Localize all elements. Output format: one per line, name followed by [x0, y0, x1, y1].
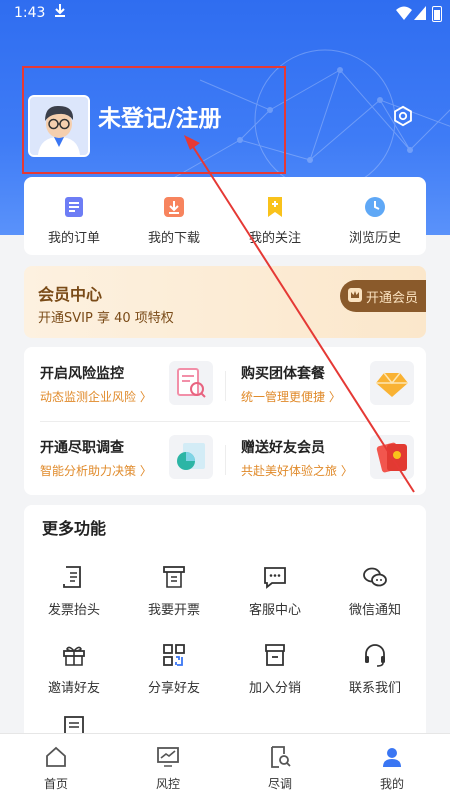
tab-risk-control[interactable]: 风控	[112, 734, 224, 800]
qrcode-icon	[163, 644, 185, 666]
feature-label: 邀请好友	[47, 681, 100, 696]
store-icon	[265, 644, 285, 666]
promo-title: 开启风险监控	[40, 366, 124, 382]
feature-label: 分享好友	[147, 681, 200, 696]
vip-title: 会员中心	[38, 285, 103, 304]
quick-item-follows[interactable]: 我的关注	[225, 177, 325, 255]
wechat-icon	[363, 567, 387, 587]
bookmark-icon	[268, 197, 282, 217]
open-vip-button[interactable]: 开通会员	[340, 280, 426, 312]
download-notification-icon	[55, 4, 65, 17]
quick-item-history[interactable]: 浏览历史	[325, 177, 425, 255]
chart-monitor-icon	[157, 747, 179, 767]
promo-title: 购买团体套餐	[241, 366, 325, 382]
feature-wechat-notify[interactable]: 微信通知	[325, 564, 425, 624]
annotation-highlight-box	[22, 66, 286, 174]
feature-invoice-header[interactable]: 发票抬头	[24, 564, 124, 624]
status-bar: 1:43	[0, 0, 450, 28]
tab-home[interactable]: 首页	[0, 734, 112, 800]
quick-links-card: 我的订单 我的下载 我的关注 浏览历史	[24, 177, 426, 255]
signal-icon	[414, 6, 426, 20]
risk-monitor-illustration	[169, 361, 213, 405]
group-package-illustration	[370, 361, 414, 405]
home-icon	[46, 746, 66, 767]
feature-customer-service[interactable]: 客服中心	[225, 564, 325, 624]
feature-share-friends[interactable]: 分享好友	[124, 642, 224, 702]
more-features-card: 更多功能 发票抬头 我要开票 客服中心 微信通知 邀请好友 分享好友 加入分销 …	[24, 505, 426, 745]
user-icon	[383, 748, 401, 767]
wifi-icon	[396, 6, 412, 20]
feature-label: 联系我们	[348, 681, 401, 696]
more-features-title: 更多功能	[42, 519, 107, 538]
status-time: 1:43	[14, 5, 46, 21]
feature-label: 我要开票	[147, 603, 200, 618]
tab-mine[interactable]: 我的	[336, 734, 448, 800]
promo-subtitle: 统一管理更便捷 〉	[241, 390, 341, 404]
quick-item-label: 我的下载	[147, 231, 200, 246]
feature-label: 微信通知	[348, 603, 401, 618]
promo-subtitle: 智能分析助力决策 〉	[40, 464, 152, 478]
download-icon	[164, 197, 184, 217]
red-envelope-illustration	[370, 435, 414, 479]
promo-title: 赠送好友会员	[241, 440, 325, 456]
feature-contact-us[interactable]: 联系我们	[325, 642, 425, 702]
feature-issue-invoice[interactable]: 我要开票	[124, 564, 224, 624]
feature-label: 加入分销	[248, 681, 301, 696]
quick-item-label: 我的订单	[47, 231, 100, 246]
settings-icon[interactable]	[392, 105, 414, 127]
promo-title: 开通尽职调查	[40, 440, 124, 456]
tab-label: 我的	[379, 777, 404, 791]
divider	[225, 371, 226, 401]
promo-card: 开启风险监控 动态监测企业风险 〉 购买团体套餐 统一管理更便捷 〉 开通尽职调…	[24, 347, 426, 495]
vip-center-card[interactable]: 会员中心 开通SVIP 享 40 项特权 开通会员	[24, 266, 426, 338]
feature-join-distribution[interactable]: 加入分销	[225, 642, 325, 702]
chat-icon	[264, 567, 286, 589]
quick-item-label: 浏览历史	[348, 231, 401, 246]
promo-due-diligence[interactable]: 开通尽职调查 智能分析助力决策 〉	[24, 421, 225, 495]
promo-group-package[interactable]: 购买团体套餐 统一管理更便捷 〉	[225, 347, 426, 421]
tab-label: 首页	[43, 777, 68, 791]
promo-risk-monitor[interactable]: 开启风险监控 动态监测企业风险 〉	[24, 347, 225, 421]
order-icon	[65, 197, 83, 217]
clock-icon	[365, 197, 385, 217]
doc-search-icon	[271, 746, 291, 768]
tab-label: 风控	[155, 777, 180, 791]
tab-label: 尽调	[267, 777, 292, 791]
quick-item-label: 我的关注	[248, 231, 301, 246]
vip-subtitle: 开通SVIP 享 40 项特权	[38, 311, 174, 326]
feature-label: 发票抬头	[47, 603, 100, 618]
due-diligence-illustration	[169, 435, 213, 479]
crown-icon	[348, 288, 362, 302]
feature-label: 客服中心	[248, 603, 301, 618]
gift-icon	[63, 646, 85, 666]
promo-subtitle: 动态监测企业风险 〉	[40, 390, 152, 404]
quick-item-orders[interactable]: 我的订单	[24, 177, 124, 255]
headset-icon	[365, 644, 385, 667]
tab-due-diligence[interactable]: 尽调	[224, 734, 336, 800]
promo-gift-membership[interactable]: 赠送好友会员 共赴美好体验之旅 〉	[225, 421, 426, 495]
promo-subtitle: 共赴美好体验之旅 〉	[241, 464, 353, 478]
invoice-icon	[163, 566, 185, 588]
battery-icon	[432, 6, 442, 22]
bottom-tab-bar: 首页 风控 尽调 我的	[0, 733, 450, 800]
quick-item-downloads[interactable]: 我的下载	[124, 177, 224, 255]
feature-invite-friends[interactable]: 邀请好友	[24, 642, 124, 702]
invoice-header-icon	[63, 566, 81, 588]
open-vip-label: 开通会员	[366, 291, 419, 306]
